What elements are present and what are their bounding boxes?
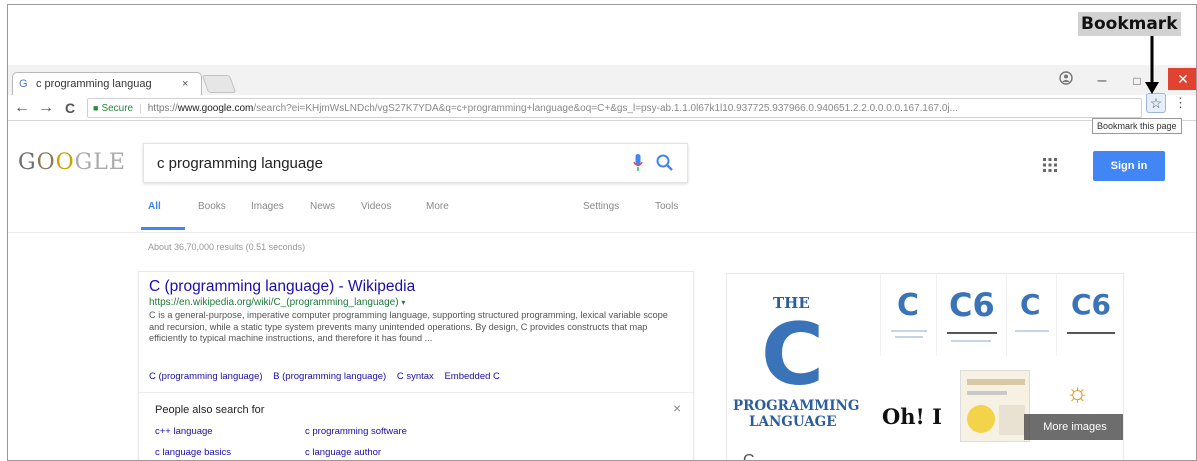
book-cover-oh-i[interactable]: Oh! I [880,392,960,442]
book-letter: C [897,288,920,323]
profile-icon[interactable] [1052,71,1080,91]
book-title-line [895,336,923,338]
result-url: https://en.wikipedia.org/wiki/C_(program… [149,297,405,308]
result-title-link[interactable]: C (programming language) - Wikipedia [149,278,415,296]
book-letter: C6 [949,286,995,324]
divider [139,392,695,393]
book-letter: C6 [1071,288,1112,321]
book-thumbnail[interactable]: C [1006,274,1056,356]
search-result-card: C (programming language) - Wikipedia htt… [138,271,695,460]
url-scheme: https:// [147,102,178,114]
book-thumbnail[interactable]: C [880,274,936,356]
people-also-search-title: People also search for [155,404,265,416]
related-search-link[interactable]: c programming software [305,426,407,437]
sitelink[interactable]: B (programming language) [273,371,386,382]
minimize-button[interactable]: – [1088,71,1116,91]
tab-all[interactable]: All [148,201,161,212]
tab-images[interactable]: Images [251,201,284,212]
window-close-button[interactable]: ✕ [1168,68,1196,90]
tab-tools[interactable]: Tools [655,201,678,212]
book-title-line [947,332,997,334]
bookmark-annotation-label: Bookmark [1078,12,1181,36]
related-search-link[interactable]: c language author [305,447,381,458]
book-cover-image[interactable]: THE C PROGRAMMING LANGUAGE [727,274,880,438]
lock-icon: ■ [93,103,99,113]
related-search-link[interactable]: c++ language [155,426,213,437]
chevron-down-icon[interactable]: ⌄ [1099,457,1107,460]
result-stats: About 36,70,000 results (0.51 seconds) [148,242,306,252]
microphone-icon[interactable] [633,154,643,172]
tab-news[interactable]: News [310,201,335,212]
result-snippet: C is a general-purpose, imperative compu… [149,310,668,343]
google-favicon-icon: G [19,78,28,90]
sun-icon[interactable]: ☼ [1030,370,1123,414]
google-doodle-logo[interactable]: GOOGLE [18,150,126,175]
sitelink[interactable]: Embedded C [444,371,499,382]
cover-text-programming: PROGRAMMING [733,398,860,414]
search-nav-tabs: All Books Images News Videos More Settin… [8,189,1196,233]
menu-kebab-icon[interactable]: ⋮ [1174,95,1187,111]
secure-label: Secure [101,102,134,114]
search-query-text: c programming language [157,154,323,172]
tab-close-icon[interactable]: × [182,78,188,90]
address-bar[interactable]: ■ Secure | https:// www.google.com /sear… [87,98,1142,118]
tab-more[interactable]: More [426,201,449,212]
tab-books[interactable]: Books [198,201,226,212]
url-separator: | [139,102,142,114]
book-letter: C [1020,288,1041,321]
result-sitelinks: C (programming language) B (programming … [149,371,508,382]
back-button[interactable]: ← [12,98,32,118]
book-title-line [951,340,991,342]
search-input[interactable]: c programming language [143,143,688,183]
tab-strip: G c programming languag × – □ ✕ [8,65,1196,95]
sign-in-button[interactable]: Sign in [1093,151,1165,181]
bookmark-tooltip: Bookmark this page [1092,118,1182,134]
book-title-line [891,330,927,332]
reload-button[interactable]: C [60,98,80,118]
browser-window: G c programming languag × – □ ✕ ← → C ■ … [7,4,1197,461]
book-title-line [1015,330,1049,332]
book-title-line [1067,332,1115,334]
url-dropdown-icon[interactable]: ▾ [401,298,405,307]
people-also-search-close-icon[interactable]: × [673,400,681,416]
apps-grid-icon[interactable] [1043,158,1057,177]
forward-button[interactable]: → [36,98,56,118]
url-host: www.google.com [177,102,254,114]
url-path: /search?ei=KHjmWsLNDch/vgS27K7YDA&q=c+pr… [253,102,958,114]
book-thumbnail[interactable]: C6 [1056,274,1123,356]
cover-letter-c: C [761,305,825,405]
tutorial-screenshot-thumbnail[interactable] [960,370,1030,442]
browser-tab-active[interactable]: G c programming languag × [12,72,202,95]
search-icon[interactable] [655,153,675,173]
more-images-button[interactable]: More images [1024,414,1123,440]
sitelink[interactable]: C (programming language) [149,371,263,382]
knowledge-panel-images: THE C PROGRAMMING LANGUAGE C C6 C C6 Oh!… [726,273,1124,461]
bookmark-star-icon[interactable]: ☆ [1146,93,1166,113]
sitelink[interactable]: C syntax [397,371,434,382]
new-tab-button[interactable] [201,75,237,93]
result-url-text: https://en.wikipedia.org/wiki/C_(program… [149,297,399,308]
tab-videos[interactable]: Videos [361,201,391,212]
active-tab-indicator [141,227,185,230]
related-search-link[interactable]: c language basics [155,447,231,458]
cover-text-language: LANGUAGE [749,414,837,430]
annotation-arrow-icon [1145,36,1159,94]
browser-toolbar: ← → C ■ Secure | https:// www.google.com… [8,95,1196,121]
tab-title: c programming languag [36,78,152,90]
knowledge-panel-heading-letter: C [743,452,755,461]
tab-settings[interactable]: Settings [583,201,619,212]
book-thumbnail[interactable]: C6 [936,274,1006,356]
